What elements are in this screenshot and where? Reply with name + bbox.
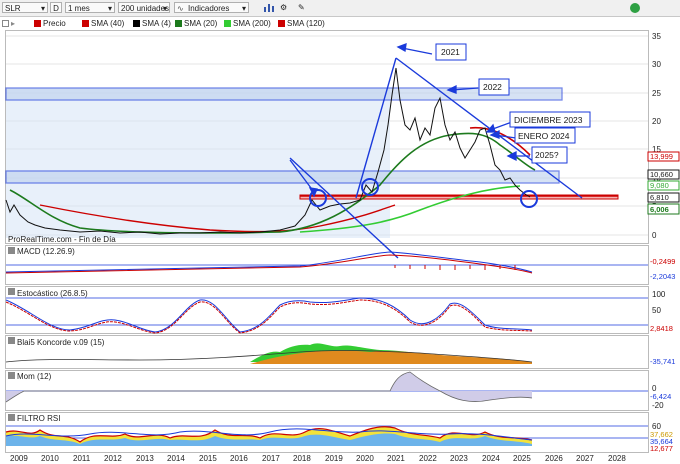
macd-tag: -2,2043: [650, 272, 675, 281]
x-tick: 2019: [325, 454, 343, 463]
momentum-panel: Mom (12) 0 -6,424 -20: [5, 371, 671, 410]
shaded-zone: [6, 88, 390, 238]
x-tick: 2021: [387, 454, 405, 463]
price-tag: 13,999: [650, 152, 673, 161]
momentum-title: Mom (12): [17, 372, 52, 381]
stochastic-panel: Estocástico (26.8.5) 100 50 2,8418: [5, 288, 673, 334]
macd-tag: -0,2499: [650, 257, 675, 266]
x-tick: 2025: [513, 454, 531, 463]
x-tick: 2013: [136, 454, 154, 463]
momentum-tick: -20: [652, 401, 664, 410]
price-tag: 6,006: [650, 205, 669, 214]
x-tick: 2016: [230, 454, 248, 463]
x-tick: 2014: [167, 454, 185, 463]
x-tick: 2023: [450, 454, 468, 463]
annotation-2022: 2022: [483, 82, 502, 92]
annotation-dic2023: DICIEMBRE 2023: [514, 115, 583, 125]
x-tick: 2022: [419, 454, 437, 463]
rsi-tag: 12,677: [650, 444, 673, 453]
stochastic-tick: 100: [652, 290, 666, 299]
x-tick: 2024: [482, 454, 500, 463]
x-tick: 2010: [41, 454, 59, 463]
momentum-tag: -6,424: [650, 392, 671, 401]
momentum-pane-border: [5, 370, 649, 411]
macd-title: MACD (12.26.9): [17, 247, 75, 256]
x-tick: 2020: [356, 454, 374, 463]
support-box-10[interactable]: [5, 170, 560, 184]
stochastic-tick: 50: [652, 306, 661, 315]
x-tick: 2017: [262, 454, 280, 463]
x-tick: 2015: [199, 454, 217, 463]
price-tag: 6,810: [650, 193, 669, 202]
koncorde-panel: Blai5 Koncorde v.09 (15) -35,741: [5, 337, 675, 366]
stochastic-title: Estocástico (26.8.5): [17, 289, 88, 298]
annotation-ene2024: ENERO 2024: [518, 131, 570, 141]
macd-panel: MACD (12.26.9) -0,2499 -2,2043: [5, 247, 675, 281]
price-tags: 13,999 10,660 9,080 6,810 6,006: [647, 151, 680, 215]
price-tag: 9,080: [650, 181, 669, 190]
x-tick: 2028: [608, 454, 626, 463]
rsi-panel: FILTRO RSI 60 37,662 35,664 12,677: [5, 414, 673, 453]
annotation-2025: 2025?: [535, 150, 559, 160]
x-axis: 2009 2010 2011 2012 2013 2014 2015 2016 …: [10, 454, 626, 463]
watermark: ProRealTime.com - Fin de Día: [8, 235, 116, 244]
y-tick: 25: [652, 89, 661, 98]
x-tick: 2011: [73, 454, 91, 463]
stochastic-tag: 2,8418: [650, 324, 673, 333]
x-tick: 2018: [293, 454, 311, 463]
annotation-2021: 2021: [441, 47, 460, 57]
price-tag: 10,660: [650, 170, 673, 179]
stochastic-pane-border: [5, 286, 649, 334]
y-tick: 20: [652, 117, 661, 126]
y-tick: 35: [652, 32, 661, 41]
y-tick: 30: [652, 60, 661, 69]
koncorde-tag: -35,741: [650, 357, 675, 366]
chart-canvas[interactable]: 2021 2022 DICIEMBRE 2023 ENERO 2024 2025…: [0, 0, 680, 464]
y-tick: 0: [652, 231, 657, 240]
x-tick: 2027: [576, 454, 594, 463]
koncorde-title: Blai5 Koncorde v.09 (15): [17, 338, 105, 347]
x-tick: 2009: [10, 454, 28, 463]
x-tick: 2026: [545, 454, 563, 463]
rsi-title: FILTRO RSI: [17, 414, 60, 423]
x-tick: 2012: [104, 454, 122, 463]
